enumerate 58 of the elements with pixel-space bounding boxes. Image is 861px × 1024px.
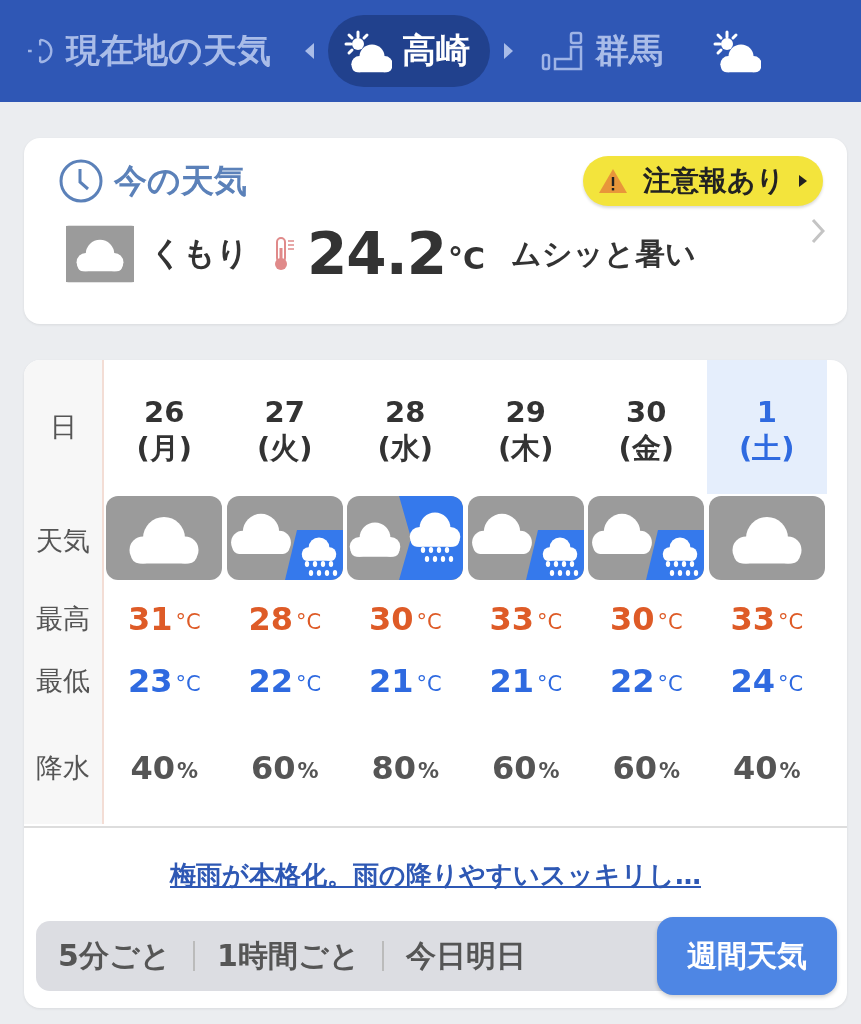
cloud-rain-icon: [588, 496, 705, 580]
low-temp-cell-text: 23°C: [126, 661, 202, 702]
thermometer-icon: [273, 236, 297, 272]
unit-text: °C: [448, 241, 486, 276]
row-label: 日: [24, 360, 104, 494]
previous-arrow-icon[interactable]: [305, 43, 314, 59]
feeling-text: ムシッと暑い: [511, 234, 697, 273]
section-title: 今の天気: [58, 158, 247, 204]
low-temp-cell-text: 22°C: [247, 661, 323, 702]
next-arrow-icon[interactable]: [504, 43, 513, 59]
cloud-icon: [106, 496, 223, 580]
low-temp-cell-text: 21°C: [367, 661, 443, 702]
low-temp-cell-text: 22°C: [608, 661, 684, 702]
precip-cell-text: 60%: [611, 748, 682, 789]
high-temp-cell-text: 30°C: [608, 599, 684, 640]
high-temp-cell-text: 30°C: [367, 599, 443, 640]
row-label: 天気: [24, 494, 104, 588]
date-cell-text: 28 (水): [376, 394, 434, 467]
forecast-link[interactable]: 梅雨が本格化。雨の降りやすいスッキリし…: [24, 858, 847, 893]
precip-cell-text: 40%: [731, 748, 802, 789]
low-temp-cell-text: 21°C: [488, 661, 564, 702]
precip-cell-text: 60%: [490, 748, 561, 789]
high-temp-cell-text: 33°C: [488, 599, 564, 640]
view-tab[interactable]: 週間天気: [657, 917, 837, 995]
warning-icon: [597, 167, 629, 195]
row-label: 降水: [24, 712, 104, 824]
date-cell-text: 26 (月): [135, 394, 193, 467]
location-tab[interactable]: 高崎: [328, 15, 490, 87]
date-cell-text: 29 (木): [497, 394, 555, 467]
row-label: 最高: [24, 588, 104, 650]
precip-cell-text: 80%: [370, 748, 441, 789]
high-temp-cell-text: 28°C: [247, 599, 323, 640]
high-temp-cell-text: 33°C: [729, 599, 805, 640]
sun-cloud-icon: [711, 29, 761, 73]
sun-cloud-icon: [342, 29, 392, 73]
cloud-icon: [708, 496, 825, 580]
temperature-text: 24.2: [307, 220, 447, 288]
view-tab[interactable]: 今日明日: [383, 921, 548, 991]
clock-icon: [58, 158, 104, 204]
low-temp-cell-text: 24°C: [729, 661, 805, 702]
condition-text: くもり: [150, 233, 249, 274]
alert-button[interactable]: 注意報あり: [583, 156, 823, 206]
view-tab[interactable]: 5分ごと: [36, 921, 193, 991]
cloud-rain-icon: [467, 496, 584, 580]
location-tab[interactable]: 現在地の天気: [14, 15, 291, 87]
precip-cell-text: 40%: [129, 748, 200, 789]
building-icon: [541, 31, 585, 71]
caret-icon: [799, 175, 807, 187]
cloud-rain-icon: [347, 496, 464, 580]
location-tab[interactable]: 群馬: [527, 15, 683, 87]
date-cell-text: 27 (火): [256, 394, 314, 467]
cloud-rain-icon: [226, 496, 343, 580]
high-temp-cell-text: 31°C: [126, 599, 202, 640]
date-cell: 1 (土): [706, 360, 827, 494]
row-label: 最低: [24, 650, 104, 712]
precip-cell-text: 60%: [249, 748, 320, 789]
date-cell-text: 30 (金): [617, 394, 675, 467]
view-tab[interactable]: 1時間ごと: [194, 921, 382, 991]
